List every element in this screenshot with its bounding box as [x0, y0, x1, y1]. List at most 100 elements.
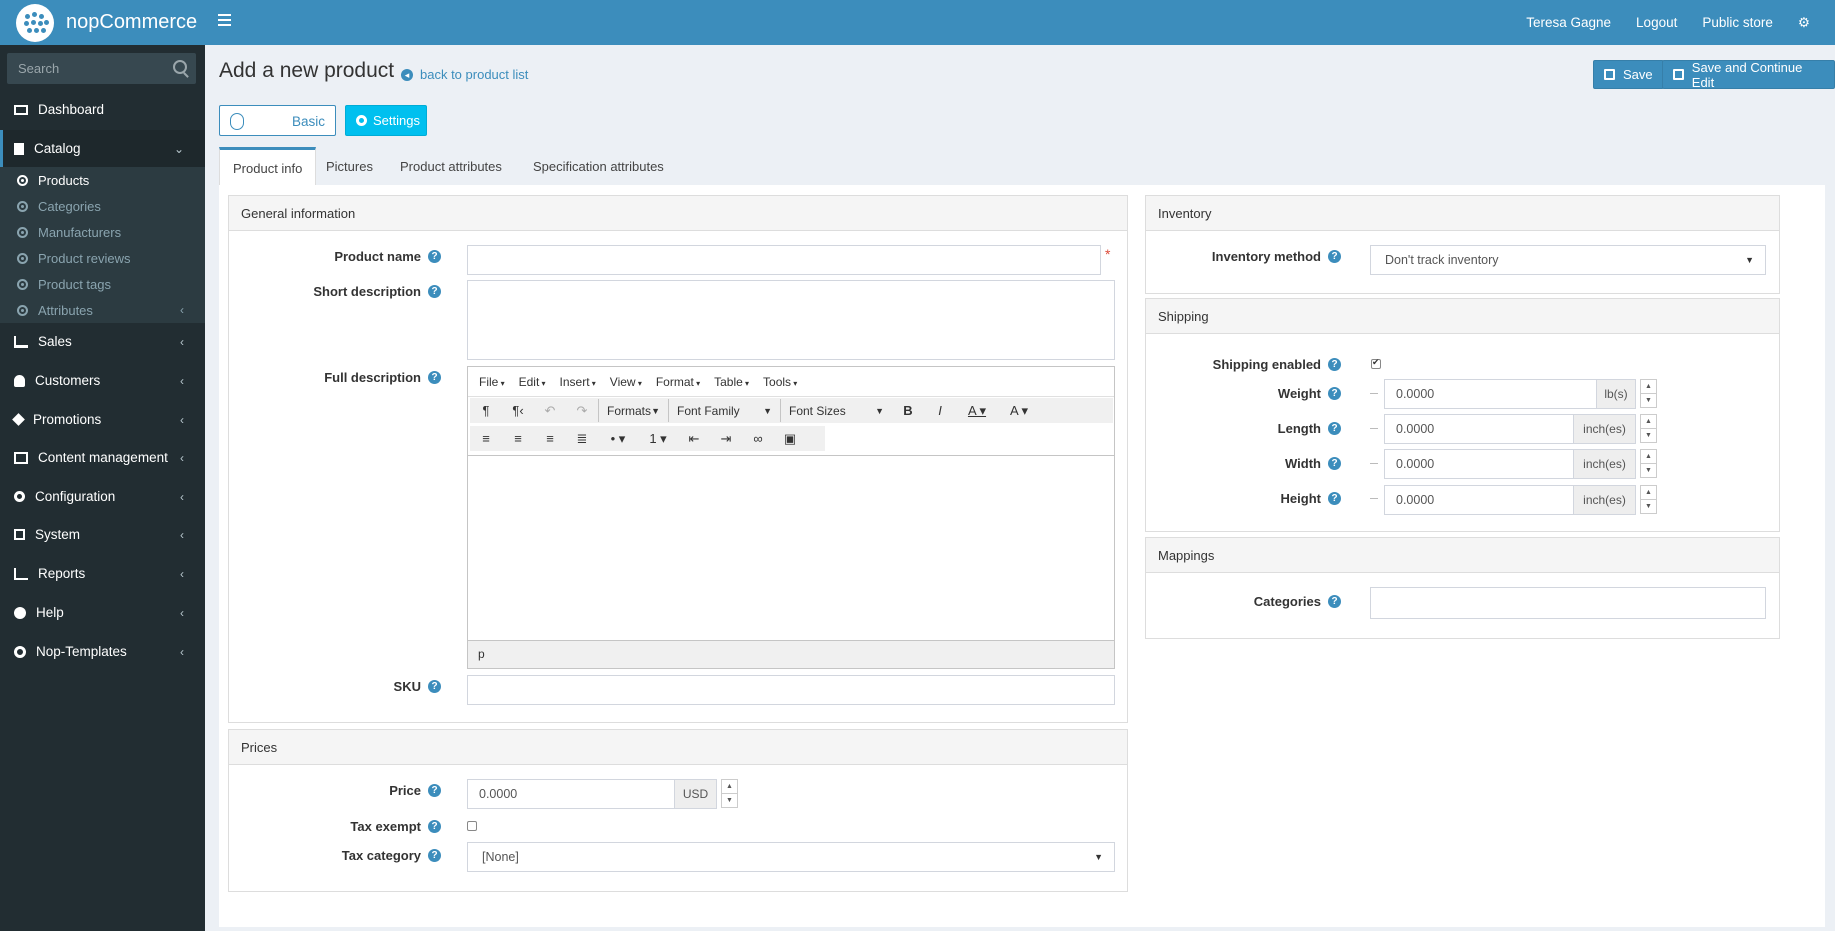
- sidebar-item-content-management[interactable]: Content management ‹: [0, 439, 205, 476]
- weight-input[interactable]: 0.0000: [1384, 379, 1597, 409]
- sidebar-subitem-product-reviews[interactable]: Product reviews: [0, 245, 205, 271]
- font-family-dropdown[interactable]: Font Family ▼: [668, 399, 780, 422]
- shipping-enabled-checkbox[interactable]: [1371, 357, 1381, 369]
- chevron-down-icon[interactable]: ▼: [722, 794, 737, 808]
- gears-icon[interactable]: ⚙: [1798, 15, 1810, 31]
- save-button[interactable]: Save: [1593, 60, 1664, 89]
- help-icon[interactable]: ?: [428, 679, 441, 693]
- chevron-up-icon[interactable]: ▲: [722, 780, 737, 794]
- sidebar-item-promotions[interactable]: Promotions ‹: [0, 401, 205, 438]
- bullet-list-icon[interactable]: • ▾: [598, 427, 638, 450]
- short-description-textarea[interactable]: [467, 280, 1115, 360]
- chevron-down-icon[interactable]: ▼: [1641, 429, 1656, 443]
- settings-button[interactable]: Settings: [345, 105, 427, 136]
- product-name-input[interactable]: [467, 245, 1101, 275]
- public-store-link[interactable]: Public store: [1702, 15, 1773, 30]
- tab-product-attributes[interactable]: Product attributes: [387, 147, 515, 186]
- sidebar-item-customers[interactable]: Customers ‹: [0, 362, 205, 399]
- help-icon[interactable]: ?: [1328, 357, 1341, 371]
- search-input[interactable]: Search: [7, 53, 196, 84]
- menu-edit[interactable]: Edit: [519, 375, 546, 389]
- width-spinner[interactable]: ▲ ▼: [1640, 449, 1657, 478]
- help-icon[interactable]: ?: [1328, 421, 1341, 435]
- numbered-list-icon[interactable]: 1 ▾: [638, 427, 678, 450]
- logo[interactable]: nopCommerce: [0, 0, 205, 45]
- height-input[interactable]: 0.0000: [1384, 485, 1574, 515]
- help-icon[interactable]: ?: [1328, 456, 1341, 470]
- sidebar-subitem-categories[interactable]: Categories: [0, 193, 205, 219]
- text-color-icon[interactable]: A ▾: [956, 399, 998, 422]
- align-justify-icon[interactable]: ≣: [566, 427, 598, 450]
- menu-tools[interactable]: Tools: [763, 375, 797, 389]
- length-spinner[interactable]: ▲ ▼: [1640, 414, 1657, 443]
- sidebar-item-system[interactable]: System ‹: [0, 516, 205, 553]
- sku-input[interactable]: [467, 675, 1115, 705]
- outdent-icon[interactable]: ⇤: [678, 427, 710, 450]
- price-spinner[interactable]: ▲ ▼: [721, 779, 738, 808]
- bold-icon[interactable]: B: [892, 399, 924, 422]
- menu-insert[interactable]: Insert: [560, 375, 596, 389]
- weight-spinner[interactable]: ▲ ▼: [1640, 379, 1657, 408]
- chevron-up-icon[interactable]: ▲: [1641, 450, 1656, 464]
- save-continue-button[interactable]: Save and Continue Edit: [1662, 60, 1835, 90]
- tab-pictures[interactable]: Pictures: [313, 147, 386, 186]
- image-icon[interactable]: ▣: [774, 427, 806, 450]
- categories-multiselect[interactable]: [1370, 587, 1766, 619]
- sidebar-item-reports[interactable]: Reports ‹: [0, 555, 205, 592]
- menu-table[interactable]: Table: [714, 375, 749, 389]
- chevron-down-icon[interactable]: ▼: [1641, 394, 1656, 408]
- basic-advanced-toggle[interactable]: Basic: [219, 105, 336, 136]
- font-sizes-dropdown[interactable]: Font Sizes ▼: [780, 399, 892, 422]
- back-to-list-link[interactable]: ◂ back to product list: [401, 67, 528, 82]
- width-input[interactable]: 0.0000: [1384, 449, 1574, 479]
- menu-file[interactable]: File: [479, 375, 505, 389]
- help-icon[interactable]: ?: [428, 819, 441, 833]
- help-icon[interactable]: ?: [1328, 491, 1341, 505]
- editor-body[interactable]: [468, 455, 1114, 640]
- help-icon[interactable]: ?: [428, 370, 441, 384]
- redo-icon[interactable]: ↷: [566, 399, 598, 422]
- align-right-icon[interactable]: ≡: [534, 427, 566, 450]
- chevron-down-icon[interactable]: ▼: [1641, 464, 1656, 478]
- user-name-link[interactable]: Teresa Gagne: [1526, 15, 1611, 30]
- menu-format[interactable]: Format: [656, 375, 700, 389]
- logout-link[interactable]: Logout: [1636, 15, 1677, 30]
- help-icon[interactable]: ?: [428, 783, 441, 797]
- menu-view[interactable]: View: [610, 375, 642, 389]
- align-center-icon[interactable]: ≡: [502, 427, 534, 450]
- sidebar-item-help[interactable]: Help ‹: [0, 594, 205, 631]
- sidebar-item-sales[interactable]: Sales ‹: [0, 323, 205, 360]
- tax-exempt-checkbox[interactable]: [467, 821, 477, 831]
- help-icon[interactable]: ?: [428, 848, 441, 862]
- help-icon[interactable]: ?: [1328, 386, 1341, 400]
- sidebar-item-nop-templates[interactable]: Nop-Templates ‹: [0, 633, 205, 670]
- ltr-icon[interactable]: ¶: [470, 399, 502, 422]
- tab-specification-attributes[interactable]: Specification attributes: [520, 147, 677, 186]
- sidebar-item-configuration[interactable]: Configuration ‹: [0, 478, 205, 515]
- inventory-method-select[interactable]: Don't track inventory ▼: [1370, 245, 1766, 275]
- length-input[interactable]: 0.0000: [1384, 414, 1574, 444]
- chevron-up-icon[interactable]: ▲: [1641, 486, 1656, 500]
- sidebar-subitem-products[interactable]: Products: [0, 167, 205, 193]
- help-icon[interactable]: ?: [428, 249, 441, 263]
- chevron-up-icon[interactable]: ▲: [1641, 380, 1656, 394]
- align-left-icon[interactable]: ≡: [470, 427, 502, 450]
- help-icon[interactable]: ?: [1328, 594, 1341, 608]
- sidebar-item-dashboard[interactable]: Dashboard: [0, 91, 205, 128]
- height-spinner[interactable]: ▲ ▼: [1640, 485, 1657, 514]
- help-icon[interactable]: ?: [428, 284, 441, 298]
- formats-dropdown[interactable]: Formats ▼: [598, 399, 668, 422]
- sidebar-subitem-manufacturers[interactable]: Manufacturers: [0, 219, 205, 245]
- chevron-up-icon[interactable]: ▲: [1641, 415, 1656, 429]
- price-input[interactable]: 0.0000: [467, 779, 675, 809]
- background-color-icon[interactable]: A ▾: [998, 399, 1040, 422]
- indent-icon[interactable]: ⇥: [710, 427, 742, 450]
- sidebar-item-catalog[interactable]: Catalog ⌄: [0, 130, 205, 167]
- tab-product-info[interactable]: Product info: [219, 147, 317, 187]
- chevron-down-icon[interactable]: ▼: [1641, 500, 1656, 514]
- link-icon[interactable]: ∞: [742, 427, 774, 450]
- undo-icon[interactable]: ↶: [534, 399, 566, 422]
- help-icon[interactable]: ?: [1328, 249, 1341, 263]
- italic-icon[interactable]: I: [924, 399, 956, 422]
- rtl-icon[interactable]: ¶‹: [502, 399, 534, 422]
